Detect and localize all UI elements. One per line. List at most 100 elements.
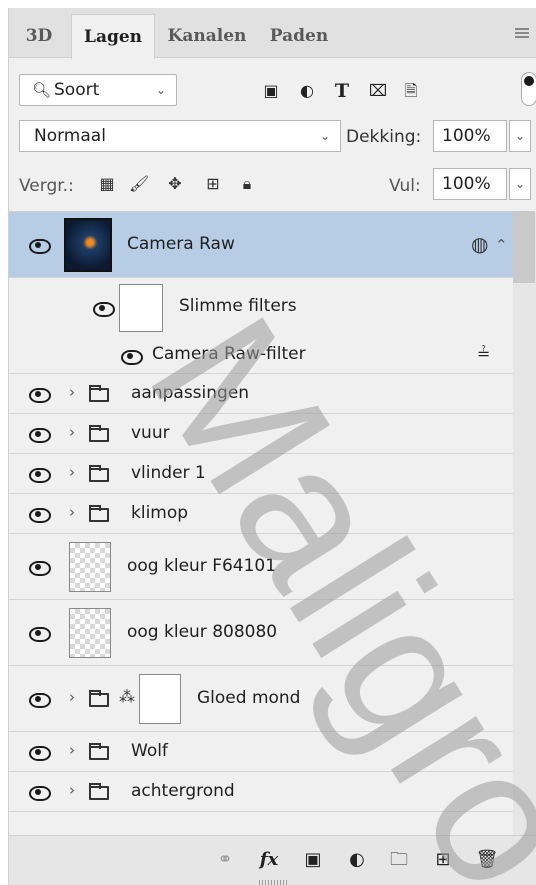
layer-row-oog-kleur-f64101[interactable]: oog kleur F64101 [9,534,513,600]
chevron-right-icon[interactable]: › [69,383,75,401]
folder-icon [89,690,109,707]
layer-row-smart-filters[interactable]: Slimme filters [9,278,513,338]
tab-paden[interactable]: Paden [257,14,341,58]
layers-panel: 3D Lagen Kanalen Paden 🔍︎ Soort ⌄ ▣ ◐ T … [8,8,536,885]
layer-name: oog kleur F64101 [127,556,277,576]
new-group-icon[interactable]: 🗀︎ [387,848,411,872]
adjustment-layer-icon[interactable]: ◐ [345,848,369,872]
new-layer-icon[interactable]: ⊞ [431,848,455,872]
visibility-eye-icon[interactable] [29,786,51,801]
visibility-eye-icon[interactable] [29,468,51,483]
smart-object-filter-icon[interactable]: 🗎︎ [401,81,421,101]
layers-scrollbar[interactable] [513,211,536,835]
layers-list: Camera Raw ◍ ⌃ Slimme filters Camera Raw… [9,211,513,835]
layer-filter-row: 🔍︎ Soort ⌄ ▣ ◐ T ⌧ 🗎︎ [9,68,536,112]
layer-row-camera-raw-filter[interactable]: Camera Raw-filter ≟ [9,338,513,374]
folder-icon [89,743,109,760]
lock-row: Vergr.: ▦ 🖌︎ ✥ ⊞ 🔒︎ Vul: 100% ⌄ [9,164,536,204]
fill-label: Vul: [389,176,421,196]
layer-name: klimop [131,503,189,523]
visibility-eye-icon[interactable] [29,627,51,642]
layer-row-vuur[interactable]: › vuur [9,414,513,454]
shape-layer-filter-icon[interactable]: ⌧ [367,81,389,101]
fill-dropdown-chevron-icon[interactable]: ⌄ [509,168,531,200]
tab-3d[interactable]: 3D [9,14,69,58]
layer-name: aanpassingen [131,383,250,403]
folder-icon [89,465,109,482]
layer-name: Camera Raw [127,234,235,254]
layer-row-vlinder-1[interactable]: › vlinder 1 [9,454,513,494]
panel-tab-bar: 3D Lagen Kanalen Paden [9,8,536,59]
visibility-eye-icon[interactable] [29,239,51,254]
filter-kind-select[interactable]: 🔍︎ Soort ⌄ [19,74,177,106]
trash-icon[interactable]: 🗑︎ [475,848,499,872]
type-layer-filter-icon[interactable]: T [332,81,352,101]
visibility-eye-icon[interactable] [29,561,51,576]
visibility-eye-icon[interactable] [29,508,51,523]
filter-kind-label: Soort [54,80,100,100]
layer-name: Camera Raw-filter [152,344,306,364]
lock-artboard-icon[interactable]: ⊞ [203,174,223,194]
search-icon: 🔍︎ [32,81,52,99]
layer-thumbnail [69,542,111,592]
pixel-layer-filter-icon[interactable]: ▣ [261,81,281,101]
layer-thumbnail [69,608,111,658]
fill-field[interactable]: 100% [433,168,507,200]
lock-transparent-pixels-icon[interactable]: ▦ [97,174,117,194]
resize-grip[interactable] [259,880,289,885]
layer-row-wolf[interactable]: › Wolf [9,732,513,772]
filter-toggle-switch[interactable] [521,72,536,106]
blend-mode-select[interactable]: Normaal ⌄ [19,120,341,152]
lock-position-icon[interactable]: ✥ [165,174,185,194]
adjustment-layer-filter-icon[interactable]: ◐ [297,81,317,101]
visibility-eye-icon[interactable] [29,428,51,443]
layer-mask-thumbnail [139,674,181,724]
visibility-eye-icon[interactable] [93,302,115,317]
blend-row: Normaal ⌄ Dekking: 100% ⌄ [9,116,536,156]
opacity-dropdown-chevron-icon[interactable]: ⌄ [509,120,531,152]
folder-icon [89,783,109,800]
layer-row-aanpassingen[interactable]: › aanpassingen [9,374,513,414]
layer-name: Gloed mond [197,688,301,708]
visibility-eye-icon[interactable] [29,693,51,708]
layer-row-gloed-mond[interactable]: › ⁂ Gloed mond [9,666,513,732]
layer-row-camera-raw[interactable]: Camera Raw ◍ ⌃ [9,212,513,278]
chevron-right-icon[interactable]: › [69,423,75,441]
layer-mask-icon[interactable]: ▣ [301,848,325,872]
layer-thumbnail [64,218,112,272]
chevron-right-icon[interactable]: › [69,688,75,706]
chevron-up-icon[interactable]: ⌃ [495,236,508,254]
lock-image-pixels-icon[interactable]: 🖌︎ [129,174,149,194]
chevron-right-icon[interactable]: › [69,781,75,799]
filter-blending-options-icon[interactable]: ≟ [477,344,490,363]
lock-all-icon[interactable]: 🔒︎ [237,174,257,194]
folder-icon [89,505,109,522]
fx-icon[interactable]: fx [257,848,281,872]
folder-icon [89,425,109,442]
visibility-eye-icon[interactable] [29,388,51,403]
chevron-right-icon[interactable]: › [69,503,75,521]
layer-name: Wolf [131,741,168,761]
layer-name: oog kleur 808080 [127,622,278,642]
link-layers-icon[interactable]: ⚭ [213,848,237,872]
tab-kanalen[interactable]: Kanalen [159,14,255,58]
lock-label: Vergr.: [19,176,74,196]
tab-lagen[interactable]: Lagen [71,14,155,59]
layer-name: vuur [131,423,170,443]
layer-row-oog-kleur-808080[interactable]: oog kleur 808080 [9,600,513,666]
layer-name: achtergrond [131,781,235,801]
opacity-field[interactable]: 100% [433,120,507,152]
smart-filters-toggle-icon[interactable]: ◍ [471,232,488,256]
layer-name: vlinder 1 [131,463,206,483]
chevron-right-icon[interactable]: › [69,463,75,481]
chevron-down-icon: ⌄ [319,129,330,143]
hamburger-menu-icon[interactable] [515,28,529,38]
layer-row-achtergrond[interactable]: › achtergrond [9,772,513,812]
scrollbar-thumb[interactable] [513,211,535,283]
mask-link-icon[interactable]: ⁂ [119,687,135,706]
layer-name: Slimme filters [179,296,297,316]
visibility-eye-icon[interactable] [29,746,51,761]
layer-row-klimop[interactable]: › klimop [9,494,513,534]
chevron-right-icon[interactable]: › [69,741,75,759]
visibility-eye-icon[interactable] [121,350,143,365]
